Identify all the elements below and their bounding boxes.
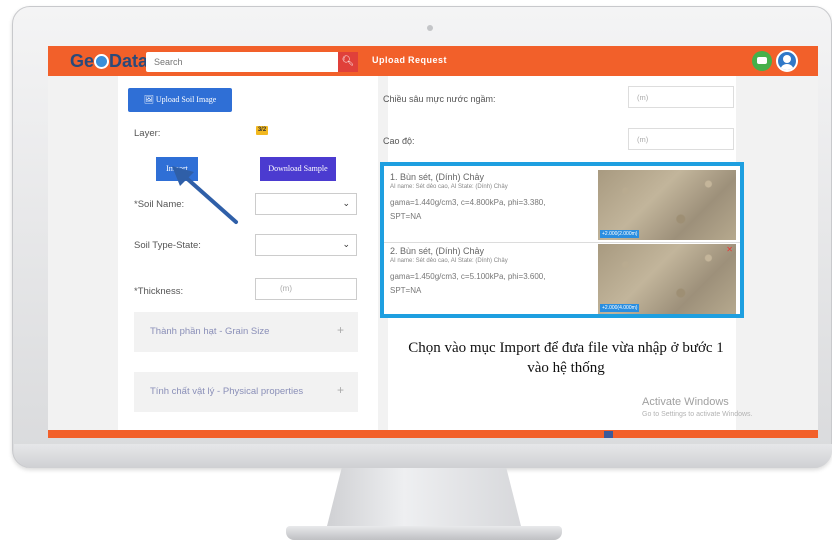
webcam [427, 25, 433, 31]
monitor-stand-base [286, 526, 562, 540]
screen: GeData 🔍︎ Upload Request 🖼︎ Upload Soil … [48, 46, 818, 438]
pointer-arrow-icon [172, 166, 238, 224]
monitor-stand-neck [326, 468, 522, 530]
monitor-chin [14, 444, 832, 468]
